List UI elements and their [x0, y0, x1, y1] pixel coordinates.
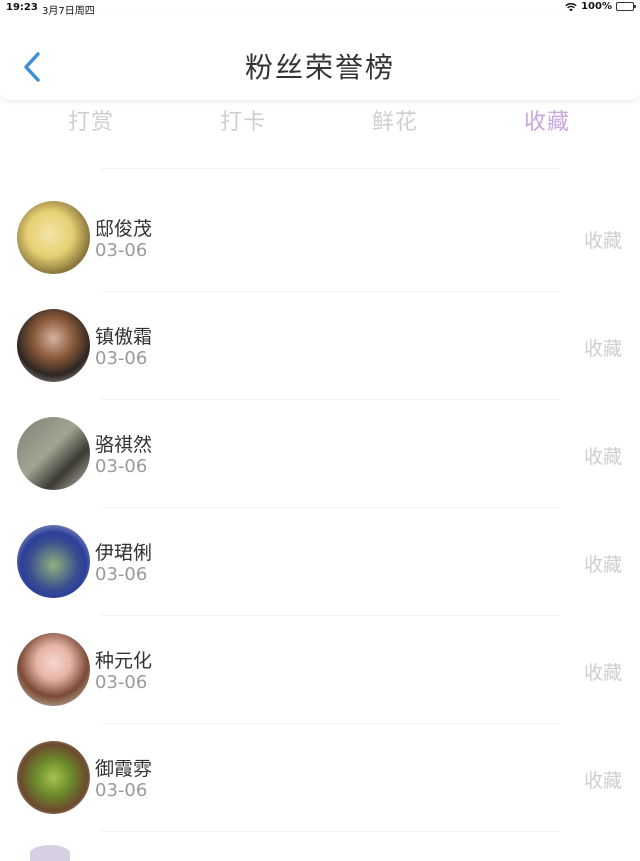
favorite-label: 收藏 — [583, 230, 622, 252]
tab-favorites[interactable]: 收藏 — [492, 104, 602, 136]
fan-date: 03-06 — [95, 348, 148, 369]
fan-name: 邸俊茂 — [95, 218, 153, 240]
battery-icon — [616, 2, 636, 11]
favorite-label: 收藏 — [583, 662, 622, 684]
fan-name: 骆祺然 — [95, 434, 153, 456]
battery-percent: 100% — [581, 1, 612, 12]
avatar — [17, 525, 90, 598]
favorite-label: 收藏 — [583, 338, 622, 360]
list-item[interactable]: 邸俊茂 03-06 收藏 — [0, 184, 640, 292]
list-item[interactable]: 御霞雰 03-06 收藏 — [0, 724, 640, 832]
tab-flowers[interactable]: 鲜花 — [340, 104, 450, 136]
fan-name: 伊珺俐 — [95, 542, 153, 564]
list-item[interactable]: 种元化 03-06 收藏 — [0, 616, 640, 724]
status-date: 3月7日周四 — [42, 6, 95, 17]
list-item[interactable]: 骆祺然 03-06 收藏 — [0, 400, 640, 508]
tab-bar: 打赏 打卡 鲜花 收藏 — [0, 104, 640, 148]
avatar — [17, 741, 90, 814]
fan-date: 03-06 — [95, 240, 148, 261]
status-right: 100% — [565, 1, 636, 12]
header-bar: 粉丝荣誉榜 — [0, 16, 640, 100]
list-item[interactable]: 镇傲霜 03-06 收藏 — [0, 292, 640, 400]
avatar — [17, 309, 90, 382]
avatar — [17, 417, 90, 490]
favorite-label: 收藏 — [583, 446, 622, 468]
favorite-label: 收藏 — [583, 770, 622, 792]
favorite-label: 收藏 — [583, 554, 622, 576]
status-time: 19:23 — [6, 2, 38, 13]
list-item[interactable]: 伊珺俐 03-06 收藏 — [0, 508, 640, 616]
status-bar: 19:23 3月7日周四 100% — [0, 0, 640, 17]
wifi-icon — [565, 2, 577, 12]
fan-name: 种元化 — [95, 650, 153, 672]
page-title: 粉丝荣誉榜 — [244, 51, 395, 84]
tab-divider — [100, 168, 560, 169]
fan-date: 03-06 — [95, 456, 148, 477]
tab-reward[interactable]: 打赏 — [36, 104, 146, 136]
avatar — [30, 845, 70, 861]
fan-date: 03-06 — [95, 564, 148, 585]
tab-checkin[interactable]: 打卡 — [188, 104, 298, 136]
fan-date: 03-06 — [95, 672, 148, 693]
avatar — [17, 201, 90, 274]
fan-date: 03-06 — [95, 780, 148, 801]
divider — [100, 831, 560, 832]
fan-name: 御霞雰 — [95, 758, 153, 780]
fan-name: 镇傲霜 — [95, 326, 153, 348]
avatar — [17, 633, 90, 706]
